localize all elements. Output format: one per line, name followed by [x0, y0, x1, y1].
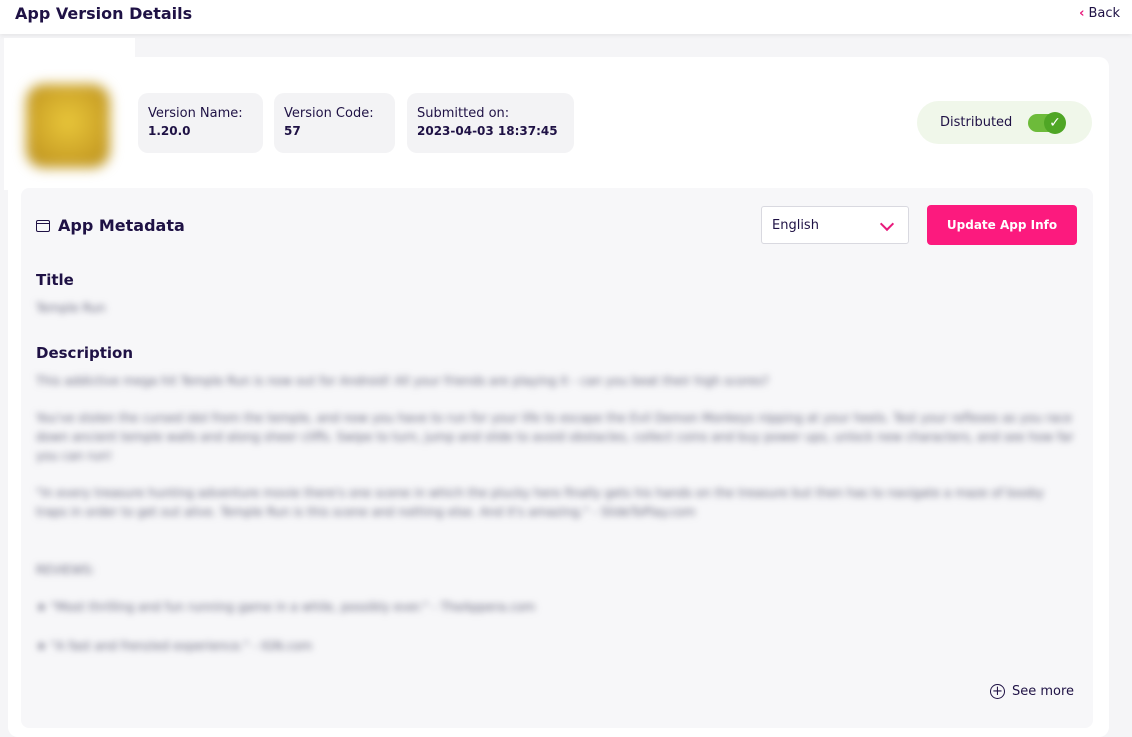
version-name-value: 1.20.0 [148, 124, 191, 138]
language-select[interactable]: English [761, 206, 909, 244]
app-icon [26, 84, 110, 168]
top-bar: App Version Details ‹ Back [0, 0, 1132, 34]
version-name-label: Version Name: [148, 106, 243, 121]
distributed-status: Distributed ✓ [917, 101, 1092, 144]
version-code-value: 57 [284, 124, 301, 138]
submitted-on-value: 2023-04-03 18:37:45 [417, 124, 558, 138]
description-paragraph: ★ "Most thrilling and fun running game i… [36, 600, 536, 614]
distributed-toggle[interactable]: ✓ [1028, 112, 1066, 134]
checkmark-icon: ✓ [1044, 112, 1066, 134]
update-app-info-button[interactable]: Update App Info [927, 205, 1077, 245]
app-metadata-panel: App Metadata English Update App Info Tit… [21, 188, 1093, 728]
submitted-on-pill: Submitted on: 2023-04-03 18:37:45 [407, 93, 574, 153]
version-code-pill: Version Code: 57 [274, 93, 395, 153]
description-paragraph: REVIEWS: [36, 563, 95, 577]
description-paragraph: ★ "A fast and frenzied experience." - IG… [36, 639, 313, 653]
description-label: Description [36, 344, 134, 362]
back-link[interactable]: ‹ Back [1079, 6, 1120, 21]
chevron-down-icon [879, 216, 895, 232]
page-title: App Version Details [15, 4, 193, 23]
language-value: English [772, 218, 819, 233]
description-paragraph: You've stolen the cursed idol from the t… [36, 411, 1074, 463]
code-window-icon [36, 219, 50, 232]
distributed-label: Distributed [940, 115, 1013, 130]
title-label: Title [36, 271, 74, 289]
version-code-label: Version Code: [284, 106, 374, 121]
chevron-left-icon: ‹ [1079, 6, 1085, 21]
title-value: Temple Run [36, 301, 106, 315]
back-label: Back [1088, 6, 1120, 21]
submitted-on-label: Submitted on: [417, 106, 510, 121]
metadata-title: App Metadata [58, 216, 185, 235]
version-name-pill: Version Name: 1.20.0 [138, 93, 263, 153]
metadata-header: App Metadata [36, 216, 185, 235]
description-paragraph: This addictive mega hit Temple Run is no… [36, 374, 769, 388]
plus-circle-icon: + [990, 684, 1005, 699]
description-paragraph: "In every treasure hunting adventure mov… [36, 486, 1044, 519]
see-more-label: See more [1012, 684, 1075, 699]
see-more-link[interactable]: + See more [990, 684, 1074, 699]
